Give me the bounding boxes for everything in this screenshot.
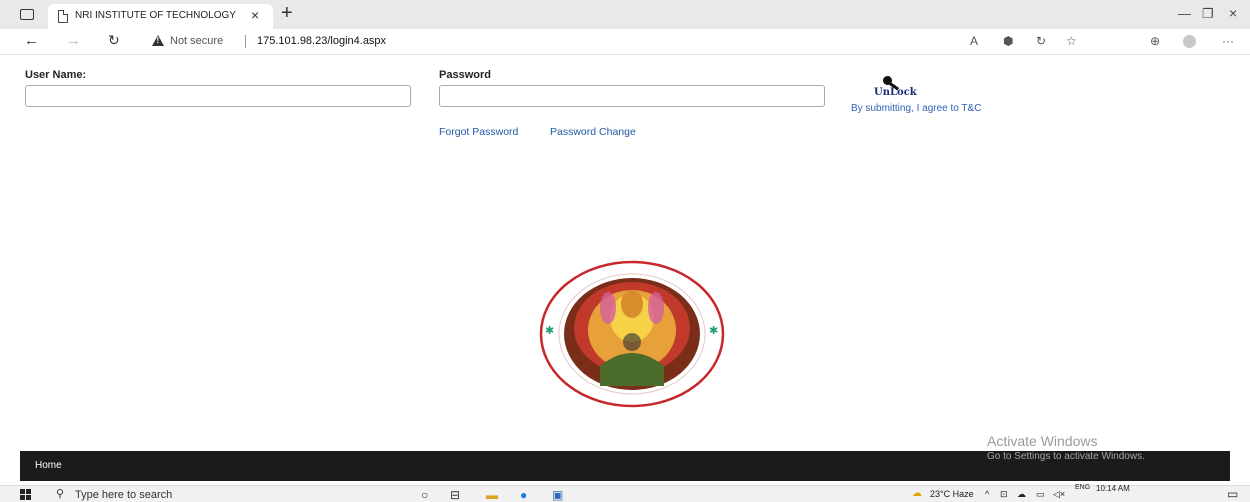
weather-text[interactable]: 23°C Haze [930, 489, 974, 499]
cortana-icon[interactable]: ○ [421, 488, 428, 502]
extension-icon[interactable]: ⬢ [1003, 34, 1013, 48]
username-input[interactable] [25, 85, 411, 107]
browser-tab-strip: NRI INSTITUTE OF TECHNOLOGY × + — ❐ × [0, 0, 1250, 29]
new-tab-button[interactable]: + [281, 2, 293, 24]
browser-tab[interactable]: NRI INSTITUTE OF TECHNOLOGY × [48, 4, 273, 29]
onedrive-icon[interactable]: ☁ [1017, 489, 1026, 500]
edge-browser-icon[interactable]: ● [520, 488, 527, 502]
refresh-alt-icon[interactable]: ↻ [1036, 34, 1046, 48]
show-hidden-icons-icon[interactable]: ^ [985, 489, 989, 499]
minimize-icon[interactable]: — [1178, 6, 1191, 21]
restore-icon[interactable]: ❐ [1202, 6, 1214, 22]
language-indicator[interactable]: ENG [1075, 484, 1090, 491]
taskbar-search-box[interactable]: ⚲ Type here to search [48, 487, 378, 502]
terms-text: By submitting, I agree to T&C [851, 103, 982, 114]
unlock-button[interactable]: UnLock [874, 76, 920, 100]
back-icon[interactable]: ← [24, 32, 39, 49]
tab-actions-icon[interactable] [20, 9, 34, 20]
close-window-icon[interactable]: × [1229, 5, 1237, 21]
network-icon[interactable]: ⊡ [1000, 489, 1008, 500]
key-icon [883, 76, 892, 85]
username-label: User Name: [25, 69, 87, 81]
windows-start-icon[interactable] [20, 489, 31, 500]
read-aloud-icon[interactable]: A [970, 34, 978, 48]
more-icon[interactable]: ··· [1222, 34, 1234, 48]
password-input[interactable] [439, 85, 825, 107]
close-tab-icon[interactable]: × [251, 7, 259, 23]
forgot-password-link[interactable]: Forgot Password [439, 126, 518, 138]
app-icon[interactable]: ▣ [552, 488, 563, 502]
profile-icon[interactable] [1183, 35, 1196, 48]
clock-time[interactable]: 10:14 AM [1096, 484, 1130, 493]
address-divider [245, 35, 246, 48]
svg-text:✱: ✱ [709, 324, 718, 337]
monitor-icon[interactable]: ▭ [1036, 489, 1045, 500]
tab-title: NRI INSTITUTE OF TECHNOLOGY [75, 10, 236, 21]
not-secure-label[interactable]: Not secure [170, 35, 223, 47]
collections-icon[interactable]: ⊕ [1150, 34, 1160, 48]
search-icon: ⚲ [56, 488, 65, 500]
browser-toolbar: ← → ↻ Not secure 175.101.98.23/login4.as… [0, 29, 1250, 55]
page-icon [58, 10, 68, 23]
favorites-icon[interactable]: ☆ [1066, 34, 1077, 48]
home-link[interactable]: Home [35, 460, 62, 471]
activate-windows-subtitle: Go to Settings to activate Windows. [987, 451, 1145, 462]
weather-icon: ☁ [912, 488, 922, 499]
warning-icon[interactable] [152, 35, 164, 46]
svg-text:✱: ✱ [545, 324, 554, 337]
unlock-label: UnLock [874, 87, 917, 98]
activate-windows-title: Activate Windows [987, 433, 1098, 449]
screen: NRI INSTITUTE OF TECHNOLOGY × + — ❐ × ← … [0, 0, 1250, 502]
search-placeholder: Type here to search [75, 489, 173, 501]
task-view-icon[interactable]: ⊟ [450, 488, 460, 502]
file-explorer-icon[interactable]: ▬ [486, 488, 498, 502]
windows-taskbar: ⚲ Type here to search ○ ⊟ ▬ ● ▣ ☁ 23°C H… [0, 484, 1250, 502]
forward-icon: → [66, 32, 81, 49]
password-change-link[interactable]: Password Change [550, 126, 636, 138]
refresh-icon[interactable]: ↻ [108, 32, 120, 49]
password-label: Password [439, 69, 491, 81]
address-bar[interactable]: 175.101.98.23/login4.aspx [257, 35, 386, 47]
institute-seal-logo: ✱ ✱ [539, 260, 725, 408]
volume-icon[interactable]: ◁× [1053, 489, 1065, 500]
notifications-icon[interactable]: ▭ [1227, 487, 1238, 501]
